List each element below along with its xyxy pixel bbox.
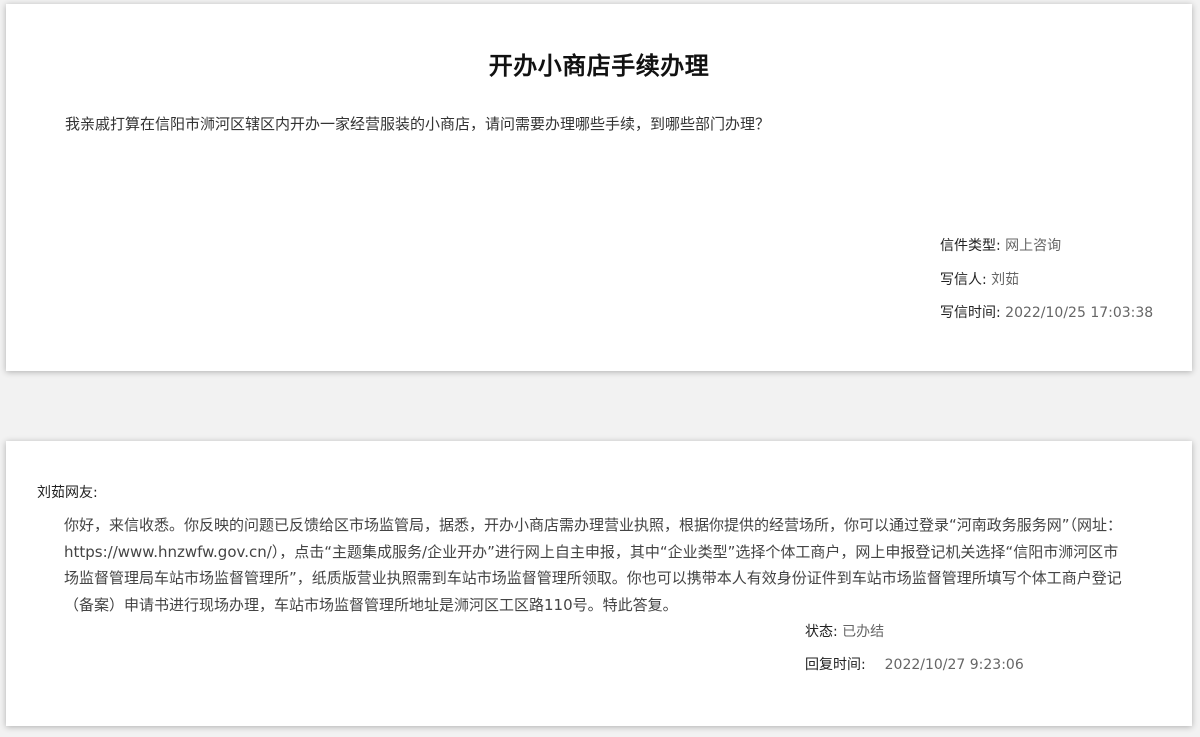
letter-type-value: 网上咨询	[1005, 238, 1062, 254]
letter-writer-row: 写信人: 刘茹	[940, 264, 1153, 298]
reply-time-label: 回复时间:	[805, 657, 866, 673]
reply-status-label: 状态:	[805, 624, 838, 640]
letter-time-label: 写信时间:	[940, 305, 1001, 321]
reply-meta: 状态: 已办结 回复时间: 2022/10/27 9:23:06	[805, 616, 1024, 682]
reply-status-value: 已办结	[842, 624, 885, 640]
letter-card: 开办小商店手续办理 我亲戚打算在信阳市浉河区辖区内开办一家经营服装的小商店，请问…	[6, 4, 1192, 371]
letter-type-label: 信件类型:	[940, 238, 1001, 254]
letter-content: 我亲戚打算在信阳市浉河区辖区内开办一家经营服装的小商店，请问需要办理哪些手续，到…	[65, 115, 771, 133]
reply-card: 刘茹网友: 你好，来信收悉。你反映的问题已反馈给区市场监管局，据悉，开办小商店需…	[6, 441, 1192, 726]
reply-status-row: 状态: 已办结	[805, 616, 1024, 649]
letter-title: 开办小商店手续办理	[488, 52, 710, 80]
letter-writer-value: 刘茹	[991, 271, 1020, 288]
letter-writer-label: 写信人:	[940, 271, 987, 288]
letter-type-row: 信件类型: 网上咨询	[940, 230, 1153, 264]
letter-time-row: 写信时间: 2022/10/25 17:03:38	[940, 297, 1153, 331]
reply-time-value: 2022/10/27 9:23:06	[884, 657, 1024, 673]
reply-time-row: 回复时间: 2022/10/27 9:23:06	[805, 649, 1024, 682]
letter-meta: 信件类型: 网上咨询 写信人: 刘茹 写信时间: 2022/10/25 17:0…	[940, 230, 1153, 331]
reply-content: 你好，来信收悉。你反映的问题已反馈给区市场监管局，据悉，开办小商店需办理营业执照…	[64, 516, 1123, 614]
letter-time-value: 2022/10/25 17:03:38	[1005, 305, 1154, 321]
reply-greeting: 刘茹网友:	[37, 485, 98, 501]
